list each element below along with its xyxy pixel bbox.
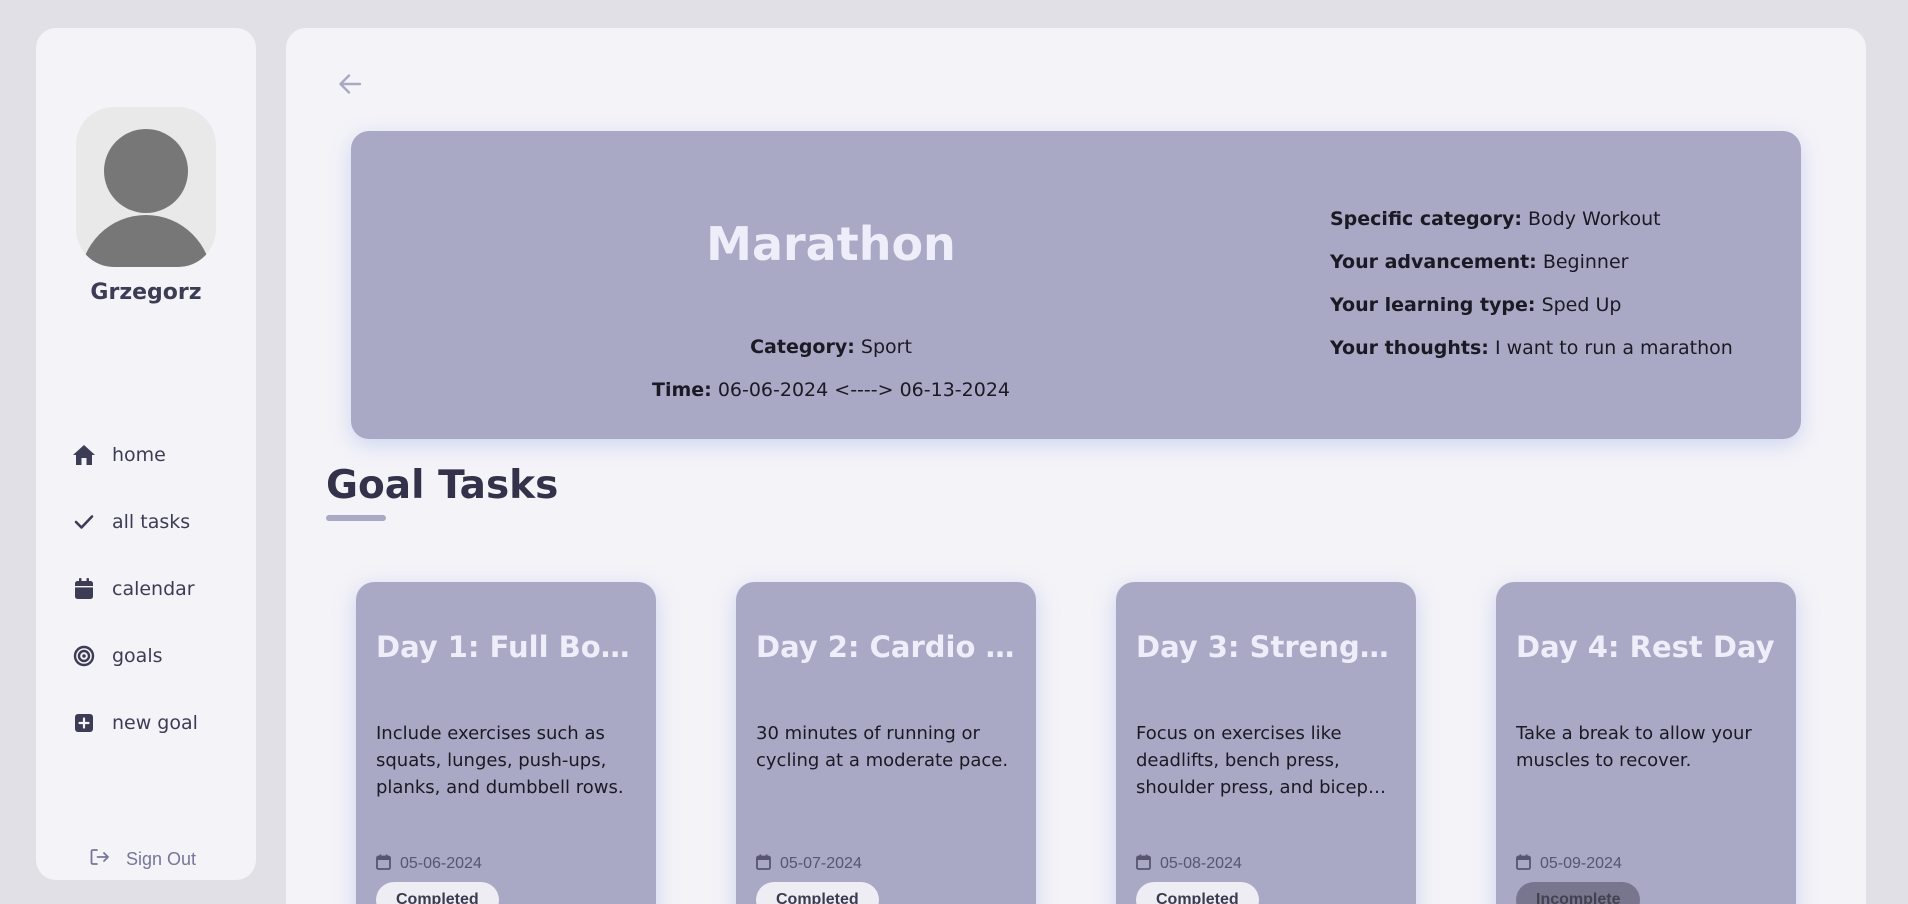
goal-time-row: Time: 06-06-2024 <----> 06-13-2024: [581, 379, 1081, 401]
task-card[interactable]: Day 2: Cardio Training 30 minutes of run…: [736, 582, 1036, 904]
home-icon: [72, 443, 96, 467]
goal-category-label: Category:: [750, 336, 855, 358]
sidebar-item-label: goals: [112, 644, 163, 667]
task-description: Include exercises such as squats, lunges…: [376, 723, 624, 798]
goal-time-label: Time:: [652, 379, 712, 401]
task-date: 05-09-2024: [1516, 854, 1622, 874]
main-panel: Marathon Category: Sport Time: 06-06-202…: [286, 28, 1866, 904]
sidebar-item-new-goal[interactable]: new goal: [72, 689, 198, 756]
task-title: Day 1: Full Body Workout: [376, 630, 638, 664]
detail-learning-type: Your learning type: Sped Up: [1330, 294, 1733, 337]
detail-thoughts: Your thoughts: I want to run a marathon: [1330, 337, 1733, 380]
sign-out-icon: [90, 848, 110, 870]
avatar-body: [80, 215, 212, 267]
task-title: Day 4: Rest Day: [1516, 630, 1775, 664]
task-date-label: 05-08-2024: [1160, 855, 1242, 872]
sign-out-label: Sign Out: [126, 848, 197, 869]
task-card[interactable]: Day 3: Strength Training Focus on exerci…: [1116, 582, 1416, 904]
sidebar-item-label: home: [112, 443, 166, 466]
goal-time-value: 06-06-2024 <----> 06-13-2024: [717, 379, 1010, 401]
section-title: Goal Tasks: [326, 463, 559, 508]
task-date: 05-07-2024: [756, 854, 862, 874]
sidebar-item-home[interactable]: home: [72, 421, 198, 488]
avatar: [76, 107, 216, 267]
goal-category-value: Sport: [860, 336, 912, 358]
task-title: Day 3: Strength Training: [1136, 630, 1398, 664]
detail-label: Your thoughts:: [1330, 337, 1489, 359]
goal-details: Specific category: Body Workout Your adv…: [1330, 208, 1733, 380]
goal-summary-card: Marathon Category: Sport Time: 06-06-202…: [351, 131, 1801, 439]
sidebar-item-label: all tasks: [112, 510, 191, 533]
target-icon: [72, 644, 96, 668]
goal-category-row: Category: Sport: [581, 336, 1081, 358]
sign-out-button[interactable]: Sign Out: [90, 848, 196, 870]
task-date-label: 05-07-2024: [780, 855, 862, 872]
check-icon: [72, 510, 96, 534]
task-date: 05-08-2024: [1136, 854, 1242, 874]
sidebar-item-label: calendar: [112, 577, 195, 600]
status-badge[interactable]: Completed: [756, 882, 879, 904]
calendar-icon: [376, 854, 391, 874]
section-underline: [326, 515, 386, 521]
calendar-icon: [1516, 854, 1531, 874]
task-date-label: 05-06-2024: [400, 855, 482, 872]
sidebar-nav: home all tasks calendar goals new goal: [72, 421, 198, 756]
task-description: Focus on exercises like deadlifts, bench…: [1136, 723, 1368, 798]
sidebar-item-label: new goal: [112, 711, 198, 734]
arrow-left-icon: [336, 74, 364, 102]
goal-title: Marathon: [706, 217, 956, 271]
task-title: Day 2: Cardio Training: [756, 630, 1018, 664]
detail-value: I want to run a marathon: [1494, 337, 1733, 359]
sidebar-item-calendar[interactable]: calendar: [72, 555, 198, 622]
task-description: Take a break to allow your muscles to re…: [1516, 723, 1752, 771]
avatar-head: [104, 129, 188, 213]
calendar-icon: [1136, 854, 1151, 874]
status-badge[interactable]: Completed: [1136, 882, 1259, 904]
task-card[interactable]: Day 4: Rest Day Take a break to allow yo…: [1496, 582, 1796, 904]
detail-label: Specific category:: [1330, 208, 1522, 230]
detail-value: Body Workout: [1528, 208, 1661, 230]
plus-square-icon: [72, 711, 96, 735]
detail-value: Beginner: [1542, 251, 1629, 273]
sidebar: Grzegorz home all tasks calendar goals n…: [36, 28, 256, 880]
calendar-icon: [756, 854, 771, 874]
detail-label: Your learning type:: [1330, 294, 1536, 316]
status-badge[interactable]: Completed: [376, 882, 499, 904]
task-date: 05-06-2024: [376, 854, 482, 874]
detail-value: Sped Up: [1541, 294, 1622, 316]
detail-specific-category: Specific category: Body Workout: [1330, 208, 1733, 251]
detail-label: Your advancement:: [1330, 251, 1537, 273]
status-badge[interactable]: Incomplete: [1516, 882, 1641, 904]
username: Grzegorz: [90, 280, 202, 305]
task-date-label: 05-09-2024: [1540, 855, 1622, 872]
back-button[interactable]: [336, 70, 364, 98]
sidebar-item-goals[interactable]: goals: [72, 622, 198, 689]
task-card[interactable]: Day 1: Full Body Workout Include exercis…: [356, 582, 656, 904]
detail-advancement: Your advancement: Beginner: [1330, 251, 1733, 294]
task-description: 30 minutes of running or cycling at a mo…: [756, 723, 1009, 771]
calendar-icon: [72, 577, 96, 601]
sidebar-item-all-tasks[interactable]: all tasks: [72, 488, 198, 555]
